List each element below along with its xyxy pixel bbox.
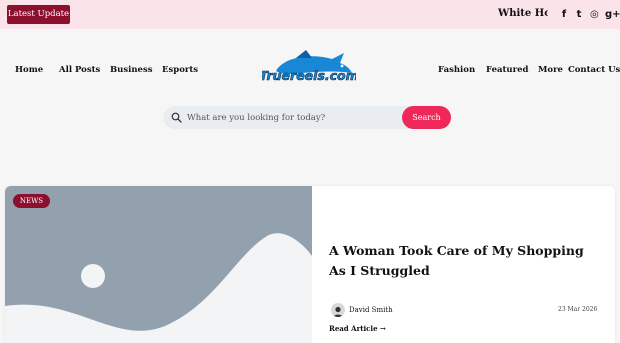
- nav-featured[interactable]: Featured: [486, 65, 528, 75]
- nav-esports[interactable]: Esports: [162, 65, 198, 75]
- search-bar: Search: [163, 106, 451, 129]
- site-logo[interactable]: Truereels.com: [262, 49, 356, 89]
- news-ticker[interactable]: White House: [470, 0, 548, 29]
- ticker-headline[interactable]: White House: [498, 8, 548, 19]
- post-date: 23 Mar 2026: [558, 306, 598, 313]
- nav-home[interactable]: Home: [15, 65, 43, 75]
- search-input[interactable]: [187, 106, 401, 129]
- top-bar: Latest Update White House f t ◎ g+: [0, 0, 620, 29]
- image-placeholder-icon: [5, 233, 312, 343]
- nav-fashion[interactable]: Fashion: [438, 65, 475, 75]
- category-badge[interactable]: NEWS: [13, 194, 50, 208]
- user-avatar-icon: [333, 306, 343, 317]
- twitter-icon[interactable]: t: [575, 9, 583, 20]
- author-name[interactable]: David Smith: [349, 306, 393, 314]
- post-thumbnail[interactable]: NEWS: [5, 186, 312, 343]
- search-button[interactable]: Search: [402, 106, 451, 129]
- facebook-icon[interactable]: f: [560, 9, 568, 20]
- nav-more[interactable]: More: [538, 65, 563, 75]
- nav-business[interactable]: Business: [110, 65, 153, 75]
- author-avatar: [331, 303, 345, 317]
- read-article-link[interactable]: Read Article →: [329, 324, 386, 333]
- nav-all-posts[interactable]: All Posts: [59, 65, 100, 75]
- post-title[interactable]: A Woman Took Care of My Shopping As I St…: [329, 241, 599, 281]
- nav-contact-us[interactable]: Contact Us: [568, 65, 620, 75]
- search-icon: [171, 112, 182, 123]
- post-card[interactable]: NEWS A Woman Took Care of My Shopping As…: [5, 186, 615, 343]
- google-plus-icon[interactable]: g+: [605, 9, 620, 20]
- social-links: f t ◎ g+: [560, 8, 620, 20]
- latest-update-button[interactable]: Latest Update: [7, 5, 70, 24]
- instagram-icon[interactable]: ◎: [590, 9, 599, 20]
- logo-text: Truereels.com: [262, 68, 356, 83]
